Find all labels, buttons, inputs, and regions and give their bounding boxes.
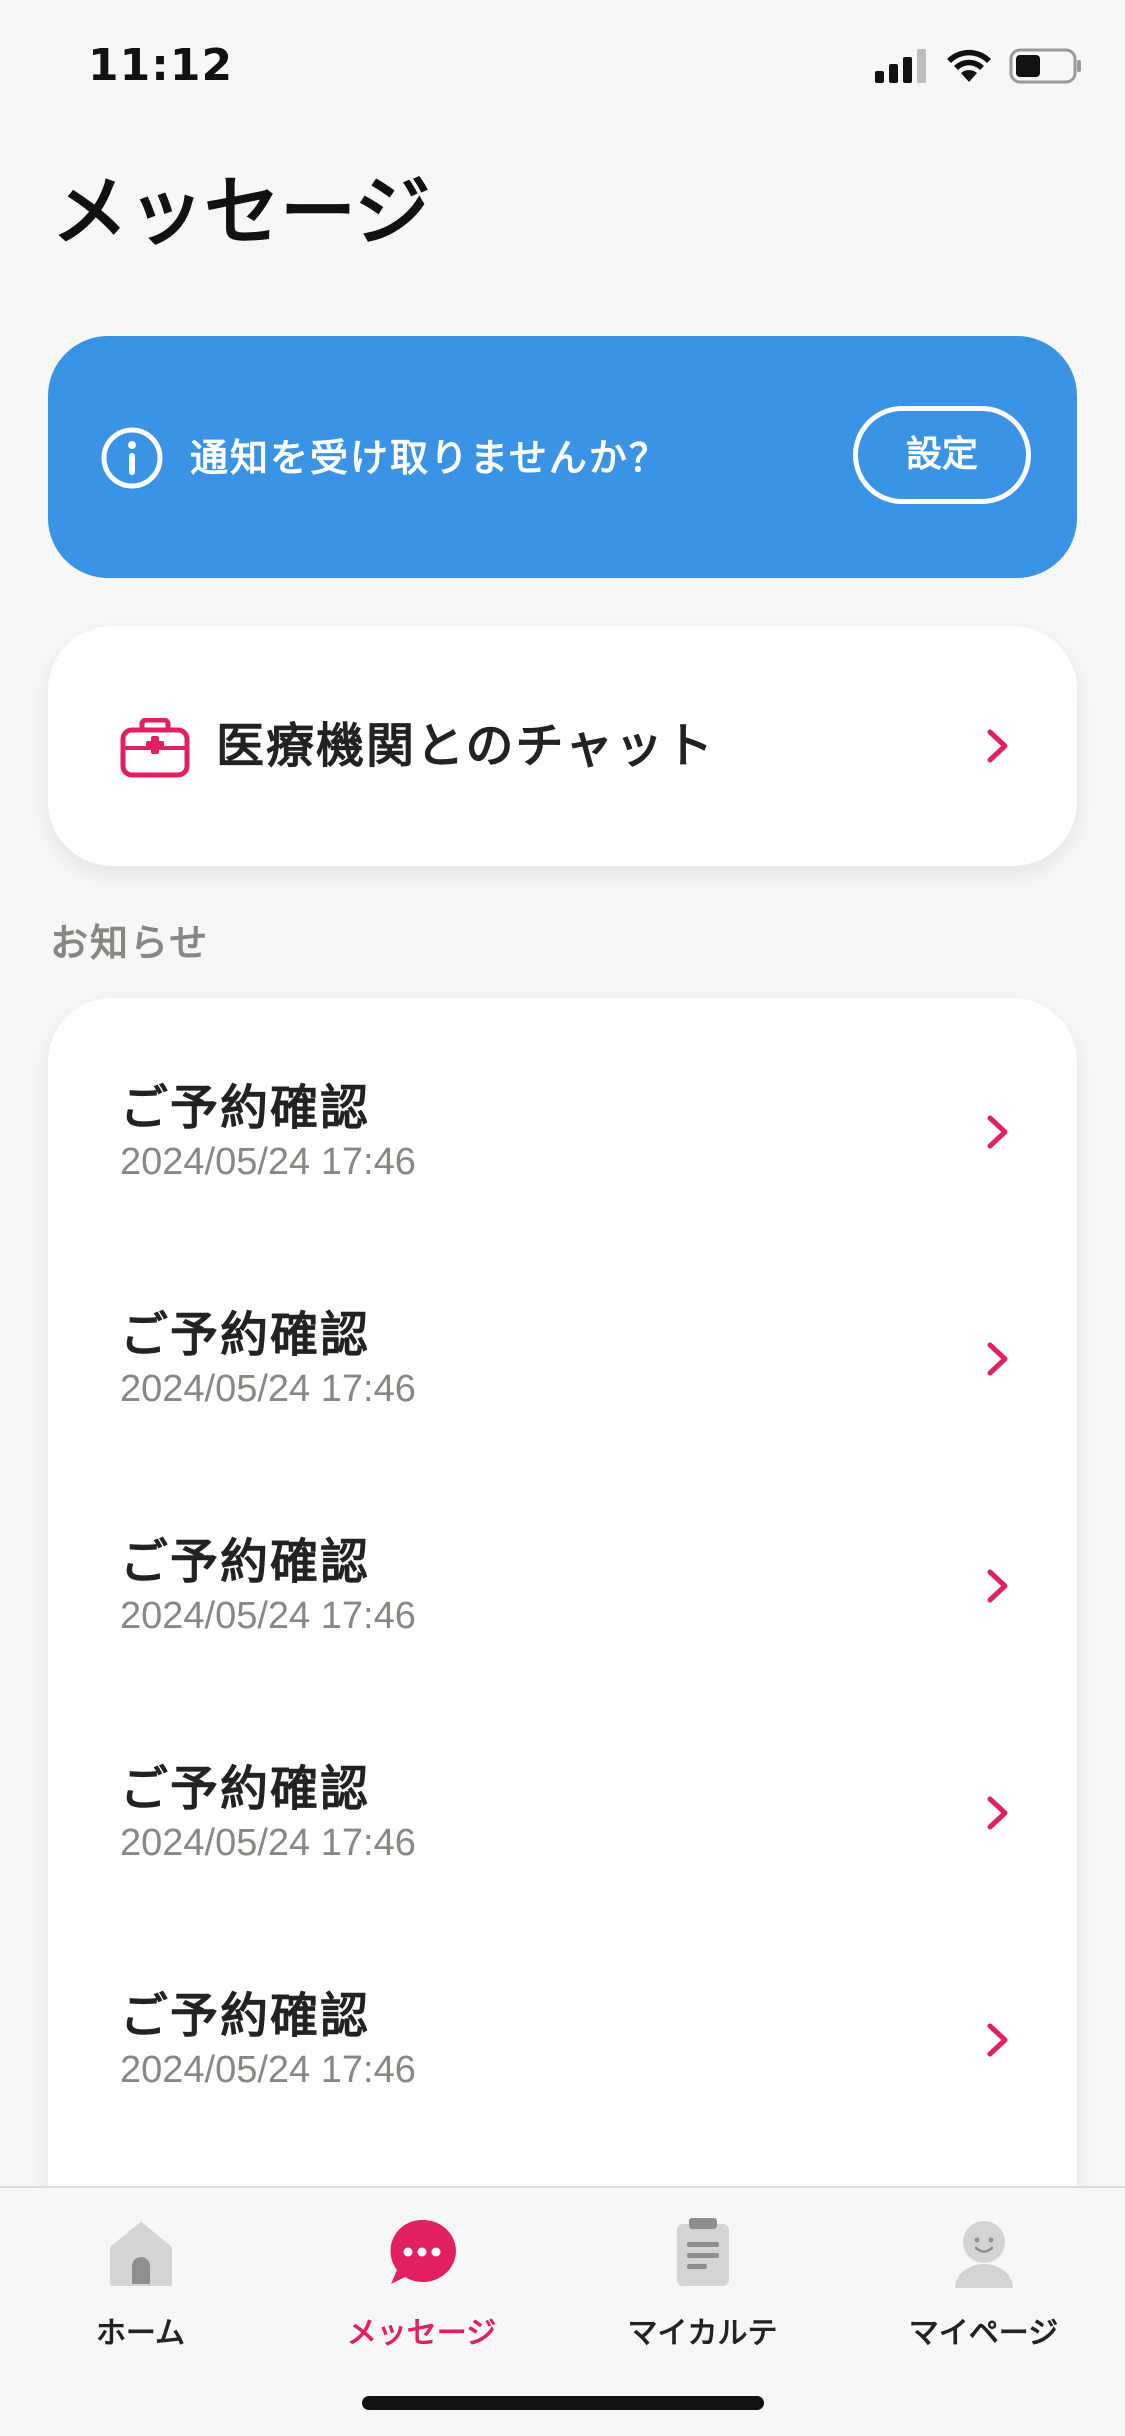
chat-bubble-icon: [390, 2219, 456, 2284]
notice-date: 2024/05/24 17:46: [120, 1141, 416, 1183]
notice-list: ご予約確認 2024/05/24 17:46 ご予約確認 2024/05/24 …: [48, 998, 1077, 2298]
battery-icon: [1009, 48, 1081, 84]
notice-item[interactable]: ご予約確認 2024/05/24 17:46: [48, 998, 1077, 1225]
wifi-icon: [947, 49, 991, 82]
chevron-right-icon: [987, 1115, 1008, 1149]
status-bar: 11:12: [0, 0, 1125, 132]
notification-banner: 通知を受け取りませんか？ 設定: [48, 336, 1077, 578]
person-icon: [955, 2221, 1013, 2288]
medical-chat-card[interactable]: 医療機関とのチャット: [48, 626, 1077, 866]
tab-my-page[interactable]: マイページ: [843, 2214, 1124, 2364]
tab-label: マイカルテ: [627, 2316, 778, 2351]
notice-title: ご予約確認: [120, 1761, 371, 1817]
notification-settings-button[interactable]: 設定: [853, 406, 1031, 504]
chevron-right-icon: [987, 1796, 1008, 1830]
notice-date: 2024/05/24 17:46: [120, 1368, 416, 1410]
home-icon: [110, 2222, 172, 2286]
chevron-right-icon: [987, 729, 1008, 763]
chevron-right-icon: [987, 2023, 1008, 2057]
tab-label: マイページ: [908, 2316, 1059, 2351]
notification-prompt-text: 通知を受け取りませんか？: [190, 436, 669, 480]
chevron-right-icon: [987, 1569, 1008, 1603]
notice-date: 2024/05/24 17:46: [120, 1822, 416, 1864]
medical-bag-icon: [120, 718, 190, 778]
notice-item[interactable]: ご予約確認 2024/05/24 17:46: [48, 1452, 1077, 1679]
notice-date: 2024/05/24 17:46: [120, 2049, 416, 2091]
clipboard-icon: [677, 2218, 729, 2286]
notice-item[interactable]: ご予約確認 2024/05/24 17:46: [48, 1679, 1077, 1906]
status-time: 11:12: [88, 40, 234, 91]
notice-title: ご予約確認: [120, 1988, 371, 2044]
home-indicator: [362, 2396, 764, 2410]
tab-label: メッセージ: [346, 2316, 497, 2351]
tab-messages[interactable]: メッセージ: [281, 2214, 562, 2364]
notice-title: ご予約確認: [120, 1534, 371, 1590]
notice-item[interactable]: ご予約確認 2024/05/24 17:46: [48, 1225, 1077, 1452]
tab-home[interactable]: ホーム: [0, 2214, 281, 2364]
notices-section-label: お知らせ: [50, 921, 210, 965]
medical-chat-label: 医療機関とのチャット: [216, 718, 716, 774]
notice-date: 2024/05/24 17:46: [120, 1595, 416, 1637]
notice-title: ご予約確認: [120, 1307, 371, 1363]
info-icon: [101, 427, 163, 489]
status-icons: [875, 48, 1083, 84]
chevron-right-icon: [987, 1342, 1008, 1376]
cellular-signal-icon: [875, 49, 926, 83]
tab-my-chart[interactable]: マイカルテ: [562, 2214, 843, 2364]
notice-title: ご予約確認: [120, 1080, 371, 1136]
page-title: メッセージ: [52, 167, 431, 256]
tab-label: ホーム: [95, 2316, 186, 2351]
notice-item[interactable]: ご予約確認 2024/05/24 17:46: [48, 1906, 1077, 2133]
